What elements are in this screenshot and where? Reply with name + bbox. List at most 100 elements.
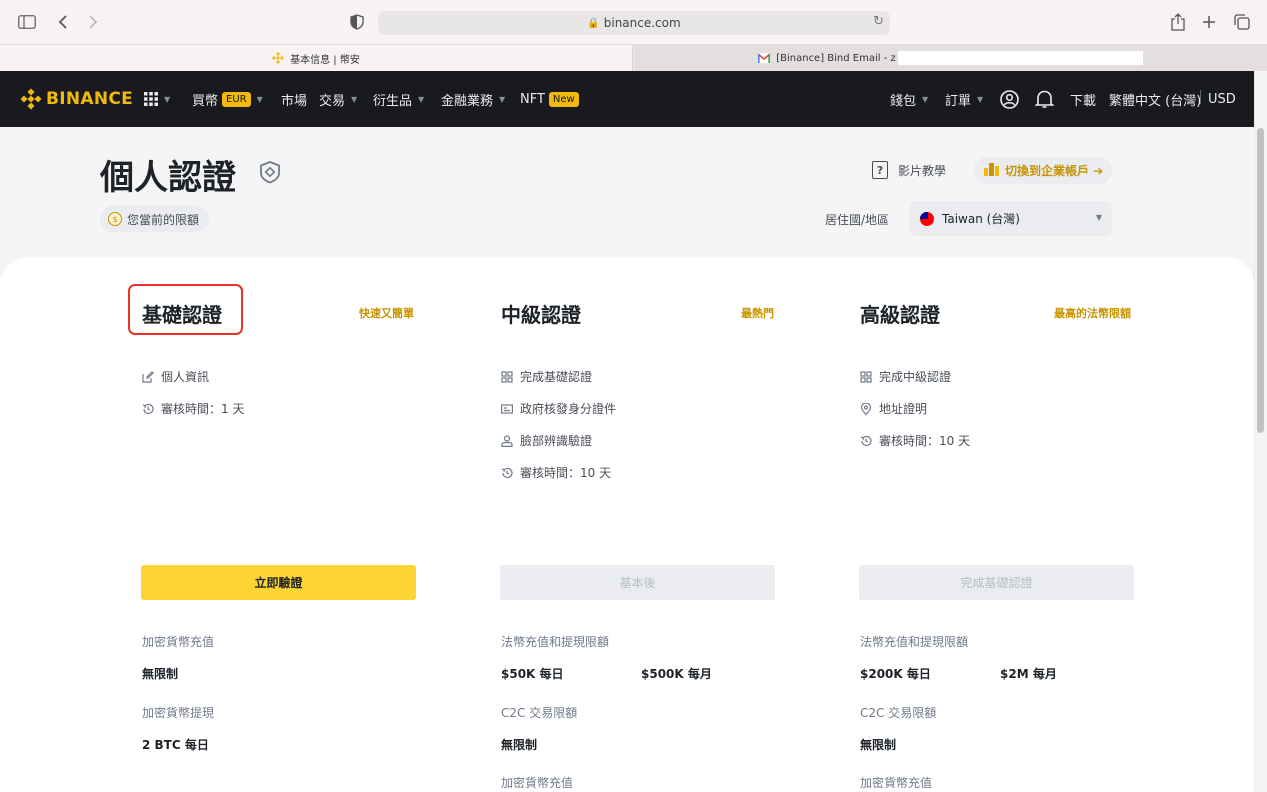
coin-icon: $	[108, 212, 122, 226]
nav-buy-crypto[interactable]: 買幣 EUR ▼	[192, 90, 263, 109]
verified-shield-icon	[259, 160, 281, 188]
caret-down-icon: ▼	[418, 94, 425, 104]
nav-wallet[interactable]: 錢包 ▼	[890, 90, 928, 109]
current-limit-button[interactable]: $ 您當前的限額	[100, 206, 210, 232]
nav-orders[interactable]: 訂單 ▼	[945, 90, 984, 109]
grid-menu-icon	[144, 92, 158, 106]
nav-label: 衍生品	[373, 93, 413, 109]
verify-now-button[interactable]: 立即驗證	[141, 565, 416, 600]
user-profile-icon[interactable]	[1000, 89, 1019, 109]
grid-icon	[860, 370, 872, 383]
nav-label: USD	[1208, 91, 1236, 107]
limit-label: 加密貨幣充值	[860, 776, 933, 790]
level-intermediate-tag: 最熱門	[741, 307, 774, 320]
requirement-text: 臉部辨識驗證	[520, 434, 593, 448]
privacy-shield-icon[interactable]	[347, 12, 367, 32]
tab-bar: 基本信息 | 幣安 [Binance] Bind Email - z	[0, 45, 1267, 71]
limit-value-daily: $50K 每日	[501, 667, 564, 681]
limit-value: 無限制	[501, 738, 538, 752]
edit-icon	[142, 370, 154, 383]
gmail-favicon-icon	[758, 52, 771, 64]
limit-label: 加密貨幣充值	[501, 776, 574, 790]
clock-icon	[142, 403, 154, 415]
nav-trade[interactable]: 交易 ▼	[319, 90, 358, 109]
nav-language[interactable]: 繁體中文 (台灣)	[1109, 90, 1202, 109]
switch-to-entity-button[interactable]: 切換到企業帳戶 ➔	[974, 157, 1112, 184]
tab-gmail-bind-email[interactable]: [Binance] Bind Email - z	[634, 45, 1267, 71]
notification-bell-icon[interactable]	[1035, 90, 1054, 108]
level-intermediate-title: 中級認證	[501, 303, 581, 327]
tab-overview-icon[interactable]	[1232, 12, 1252, 32]
nav-label: 下載	[1070, 93, 1097, 109]
nav-derivatives[interactable]: 衍生品 ▼	[373, 90, 425, 109]
requirement-item: 完成基礎認證	[501, 368, 592, 385]
id-card-icon	[501, 403, 513, 415]
top-navigation: BINANCE ▼ 買幣 EUR ▼ 市場 交易 ▼ 衍生品 ▼ 金融業務 ▼ …	[0, 71, 1254, 127]
scrollbar-thumb[interactable]	[1257, 128, 1264, 433]
current-limit-label: 您當前的限額	[127, 212, 200, 227]
binance-favicon-icon	[272, 52, 285, 64]
caret-down-icon: ▼	[351, 94, 358, 104]
back-icon[interactable]	[53, 12, 73, 32]
requirement-item: 完成中級認證	[860, 368, 951, 385]
caret-down-icon: ▼	[499, 94, 506, 104]
limit-value-monthly: $2M 每月	[1000, 667, 1057, 681]
new-tab-icon[interactable]	[1199, 12, 1219, 32]
caret-down-icon: ▼	[164, 94, 171, 104]
clock-icon	[860, 435, 872, 447]
forward-icon[interactable]	[83, 12, 103, 32]
nav-label: 繁體中文 (台灣)	[1109, 93, 1202, 109]
limit-label: 加密貨幣充值	[142, 635, 215, 649]
nav-label: NFT	[520, 91, 545, 107]
taiwan-flag-icon	[920, 211, 934, 226]
tab-binance-basic-info[interactable]: 基本信息 | 幣安	[0, 45, 633, 71]
video-tutorial-link[interactable]: ? 影片教學	[872, 161, 946, 179]
limit-label: C2C 交易限額	[860, 706, 937, 720]
switch-to-entity-label: 切換到企業帳戶 ➔	[1005, 164, 1104, 178]
reload-icon[interactable]: ↻	[873, 14, 884, 29]
nav-label: 金融業務	[441, 93, 494, 109]
building-icon	[984, 162, 999, 179]
requirement-text: 地址證明	[879, 402, 928, 416]
nav-nft[interactable]: NFT New	[520, 90, 579, 108]
binance-logo[interactable]: BINANCE	[20, 88, 133, 110]
currency-badge: EUR	[222, 91, 251, 107]
share-icon[interactable]	[1168, 12, 1188, 32]
requirement-item: 政府核發身分證件	[501, 400, 616, 417]
residence-label: 居住國/地區	[825, 213, 890, 227]
requirement-item: 審核時間：1 天	[142, 400, 244, 417]
intermediate-verify-button[interactable]: 基本後	[500, 565, 775, 600]
question-mark-icon: ?	[872, 161, 888, 179]
lock-icon: 🔒	[587, 17, 600, 29]
nav-label: 訂單	[945, 93, 972, 109]
caret-down-icon: ▼	[1095, 213, 1102, 222]
caret-down-icon: ▼	[977, 94, 984, 104]
apps-menu[interactable]: ▼	[144, 90, 170, 108]
limit-label: 法幣充值和提現限額	[860, 635, 969, 649]
redaction-mask	[897, 51, 1143, 65]
level-basic-tag: 快速又簡單	[359, 307, 414, 320]
caret-down-icon: ▼	[256, 94, 263, 104]
nav-finance[interactable]: 金融業務 ▼	[441, 90, 506, 109]
binance-logo-icon	[20, 88, 42, 110]
sidebar-toggle-icon[interactable]	[17, 12, 37, 32]
limit-label: 加密貨幣提現	[142, 706, 215, 720]
limit-label: C2C 交易限額	[501, 706, 578, 720]
nav-markets[interactable]: 市場	[281, 90, 308, 109]
nav-divider	[1200, 90, 1201, 104]
requirement-item: 審核時間：10 天	[860, 432, 970, 449]
page-title: 個人認證	[100, 158, 236, 198]
requirement-text: 政府核發身分證件	[520, 402, 617, 416]
nav-currency[interactable]: USD	[1208, 90, 1236, 108]
location-icon	[860, 402, 872, 415]
nav-label: 錢包	[890, 93, 917, 109]
nav-download[interactable]: 下載	[1070, 90, 1097, 109]
address-bar[interactable]: 🔒 binance.com ↻	[378, 11, 890, 35]
advanced-verify-button[interactable]: 完成基礎認證	[859, 565, 1134, 600]
nav-label: 市場	[281, 93, 308, 109]
residence-country-select[interactable]: Taiwan (台灣) ▼	[910, 201, 1112, 236]
requirement-text: 審核時間：10 天	[520, 466, 612, 480]
requirement-item: 審核時間：10 天	[501, 464, 611, 481]
limit-value: 2 BTC 每日	[142, 738, 209, 752]
limit-value: 無限制	[142, 667, 179, 681]
